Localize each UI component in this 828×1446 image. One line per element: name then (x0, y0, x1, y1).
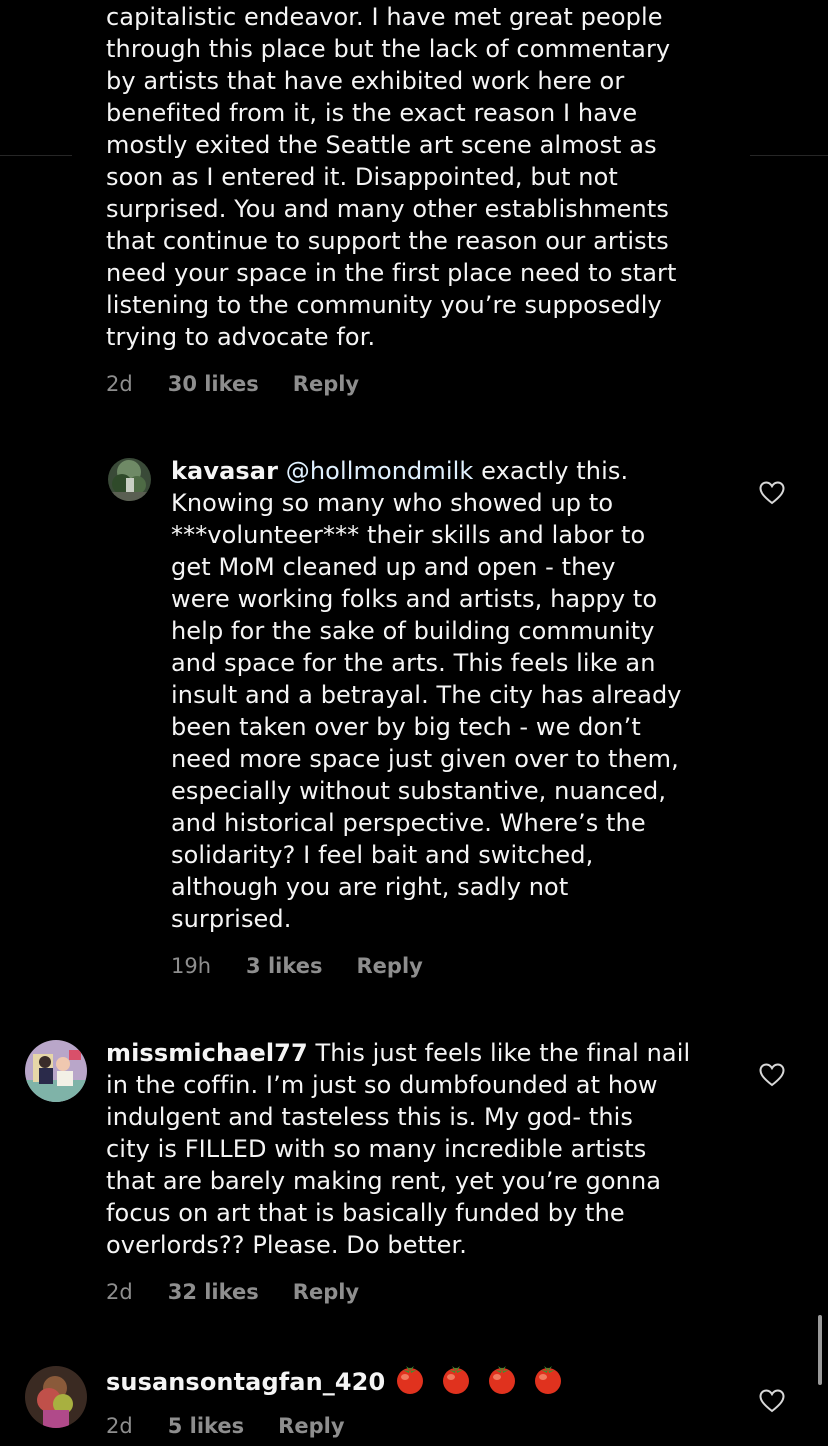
tomato-emoji (443, 1366, 470, 1394)
comment-line: and historical perspective. Where’s the (171, 809, 646, 837)
heart-icon[interactable] (759, 1389, 785, 1413)
comment-1-text: capitalistic endeavor. I have met great … (106, 1, 677, 353)
reply-button[interactable]: Reply (357, 952, 423, 980)
comment-line: overlords?? Please. Do better. (106, 1231, 467, 1259)
comment-line: ***volunteer*** their skills and labor t… (171, 521, 646, 549)
comment-line: especially without substantive, nuanced, (171, 777, 667, 805)
tomato-emoji (397, 1366, 424, 1394)
comment-time: 2d (106, 372, 133, 396)
likes-count-button[interactable]: 5 likes (168, 1412, 244, 1440)
comment-username[interactable]: missmichael77 (106, 1039, 308, 1067)
reply-button[interactable]: Reply (293, 370, 359, 398)
comment-line: need more space just given over to them, (171, 745, 679, 773)
comment-line: indulgent and tasteless this is. My god-… (106, 1103, 634, 1131)
comment-2-text: kavasar @hollmondmilk exactly this. Know… (171, 455, 682, 935)
comment-line: insult and a betrayal. The city has alre… (171, 681, 682, 709)
comment-4-meta: 2d 5 likes Reply (106, 1412, 345, 1440)
comment-3-text: missmichael77 This just feels like the f… (106, 1037, 690, 1261)
comment-line: need your space in the first place need … (106, 259, 677, 287)
comment-line: help for the sake of building community (171, 617, 655, 645)
comment-line: been taken over by big tech - we don’t (171, 713, 641, 741)
comment-line: solidarity? I feel bait and switched, (171, 841, 594, 869)
scrollbar[interactable] (818, 1315, 822, 1385)
comment-time: 2d (106, 1414, 133, 1438)
comment-time: 19h (171, 954, 212, 978)
avatar[interactable] (25, 1040, 87, 1102)
likes-count-button[interactable]: 32 likes (168, 1278, 259, 1306)
comment-line: and space for the arts. This feels like … (171, 649, 656, 677)
comment-time: 2d (106, 1280, 133, 1304)
likes-count-button[interactable]: 3 likes (246, 952, 322, 980)
comment-username[interactable]: kavasar (171, 457, 278, 485)
divider-left (0, 155, 72, 156)
comment-line: capitalistic endeavor. I have met great … (106, 3, 663, 31)
comment-3-meta: 2d 32 likes Reply (106, 1278, 359, 1306)
comment-line: benefited from it, is the exact reason I… (106, 99, 638, 127)
comment-line: This just feels like the final nail (307, 1039, 691, 1067)
comment-line: were working folks and artists, happy to (171, 585, 658, 613)
comment-line: mostly exited the Seattle art scene almo… (106, 131, 657, 159)
tomato-emojis (385, 1366, 565, 1396)
comment-line: trying to advocate for. (106, 323, 376, 351)
comment-line: city is FILLED with so many incredible a… (106, 1135, 647, 1163)
comment-line: surprised. (171, 905, 292, 933)
avatar[interactable] (25, 1366, 87, 1428)
comment-username[interactable]: susansontagfan_420 (106, 1368, 385, 1396)
comment-1-meta: 2d 30 likes Reply (106, 370, 359, 398)
mention-link[interactable]: @hollmondmilk (286, 457, 474, 485)
comment-line: by artists that have exhibited work here… (106, 67, 625, 95)
comment-line: in the coffin. I’m just so dumbfounded a… (106, 1071, 658, 1099)
avatar[interactable] (108, 458, 151, 501)
comment-line: that are barely making rent, yet you’re … (106, 1167, 662, 1195)
comment-line: surprised. You and many other establishm… (106, 195, 669, 223)
comment-line: that continue to support the reason our … (106, 227, 669, 255)
comment-line: soon as I entered it. Disappointed, but … (106, 163, 618, 191)
comment-line: Knowing so many who showed up to (171, 489, 614, 517)
tomato-emoji (489, 1366, 516, 1394)
comment-first-line: missmichael77 This just feels like the f… (106, 1037, 690, 1069)
heart-icon[interactable] (759, 481, 785, 505)
comment-line: although you are right, sadly not (171, 873, 569, 901)
comment-2-meta: 19h 3 likes Reply (171, 952, 423, 980)
comment-line: focus on art that is basically funded by… (106, 1199, 625, 1227)
comment-line: exactly this. (473, 457, 629, 485)
tomato-emoji (535, 1366, 562, 1394)
reply-button[interactable]: Reply (278, 1412, 344, 1440)
comment-line: get MoM cleaned up and open - they (171, 553, 616, 581)
heart-icon[interactable] (759, 1063, 785, 1087)
comment-first-line: kavasar @hollmondmilk exactly this. (171, 455, 682, 487)
comment-4-text: susansontagfan_420 (106, 1363, 565, 1398)
comment-first-line: susansontagfan_420 (106, 1363, 565, 1398)
likes-count-button[interactable]: 30 likes (168, 370, 259, 398)
divider-right (750, 155, 828, 156)
reply-button[interactable]: Reply (293, 1278, 359, 1306)
comment-line: listening to the community you’re suppos… (106, 291, 662, 319)
comment-line: through this place but the lack of comme… (106, 35, 671, 63)
